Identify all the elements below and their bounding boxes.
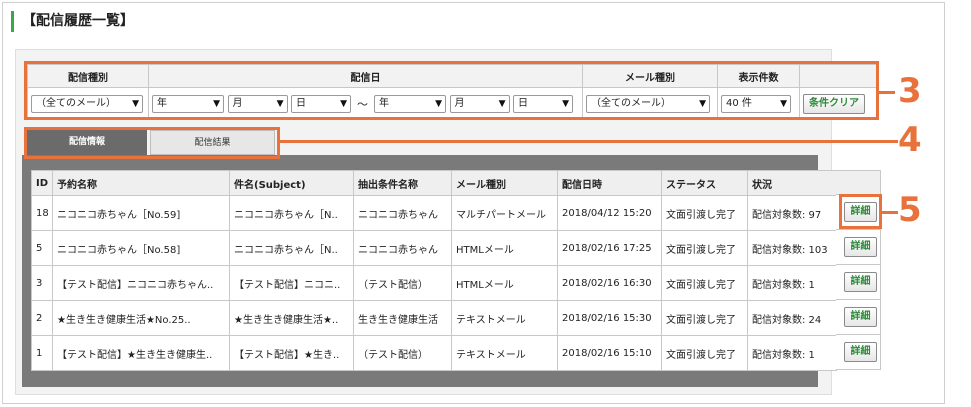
cell-status: 文面引渡し完了 [661,300,748,336]
cell-subject: ニコニコ赤ちゃん［N.. [229,195,354,231]
cell-reservation-name: 【テスト配信】ニコニコ赤ちゃん.. [52,265,230,301]
cell-mail-type: HTMLメール [451,230,558,266]
detail-column-header [836,170,881,195]
highlight-box-detail [839,194,882,229]
cell-delivery-datetime: 2018/02/16 17:25 [557,230,662,266]
table-row: 5 ニコニコ赤ちゃん［No.58] ニコニコ赤ちゃん［N.. ニコニコ赤ちゃん … [31,230,837,266]
cell-status: 文面引渡し完了 [661,230,748,266]
cell-subject: 【テスト配信】ニコニ.. [229,265,354,301]
column-header-reservation-name: 予約名称 [52,170,230,196]
cell-delivery-datetime: 2018/02/16 16:30 [557,265,662,301]
column-header-delivery-datetime: 配信日時 [557,170,662,196]
highlight-connector-5 [882,211,898,214]
cell-subject: 【テスト配信】★生き.. [229,335,354,371]
cell-extraction-condition: （テスト配信） [353,265,452,301]
cell-id: 3 [31,265,53,301]
cell-id: 5 [31,230,53,266]
table-row: 18 ニコニコ赤ちゃん［No.59] ニコニコ赤ちゃん［N.. ニコニコ赤ちゃん… [31,195,837,231]
table-row: 3 【テスト配信】ニコニコ赤ちゃん.. 【テスト配信】ニコニ.. （テスト配信）… [31,265,837,301]
detail-button[interactable]: 詳細 [844,272,877,292]
cell-id: 1 [31,335,53,371]
cell-id: 18 [31,195,53,231]
cell-subject: ニコニコ赤ちゃん［N.. [229,230,354,266]
cell-reservation-name: ニコニコ赤ちゃん［No.59] [52,195,230,231]
cell-reservation-name: 【テスト配信】★生き生き健康生.. [52,335,230,371]
highlight-connector-3 [879,91,895,94]
cell-delivery-datetime: 2018/02/16 15:30 [557,300,662,336]
column-header-subject: 件名(Subject) [229,170,354,196]
cell-mail-type: HTMLメール [451,265,558,301]
detail-button[interactable]: 詳細 [844,237,877,257]
cell-reservation-name: ★生き生き健康生活★No.25.. [52,300,230,336]
detail-button[interactable]: 詳細 [844,342,877,362]
cell-situation: 配信対象数: 24 [747,300,837,336]
cell-delivery-datetime: 2018/04/12 15:20 [557,195,662,231]
cell-extraction-condition: ニコニコ赤ちゃん [353,230,452,266]
annotation-number-4: 4 [898,120,922,160]
annotation-number-3: 3 [898,71,922,111]
column-header-mail-type: メール種別 [451,170,558,196]
cell-extraction-condition: （テスト配信） [353,335,452,371]
cell-situation: 配信対象数: 1 [747,265,837,301]
cell-situation: 配信対象数: 97 [747,195,837,231]
highlight-connector-4 [280,140,898,143]
cell-extraction-condition: 生き生き健康生活 [353,300,452,336]
table-header-row: ID 予約名称 件名(Subject) 抽出条件名称 メール種別 配信日時 ステ… [31,170,837,196]
table-row: 2 ★生き生き健康生活★No.25.. ★生き生き健康生活★.. 生き生き健康生… [31,300,837,336]
annotation-number-5: 5 [898,190,922,230]
table-row: 1 【テスト配信】★生き生き健康生.. 【テスト配信】★生き.. （テスト配信）… [31,335,837,371]
cell-status: 文面引渡し完了 [661,265,748,301]
highlight-box-filter [24,61,879,120]
column-header-id: ID [31,170,53,196]
cell-mail-type: マルチパートメール [451,195,558,231]
column-header-extraction-condition: 抽出条件名称 [353,170,452,196]
cell-subject: ★生き生き健康生活★.. [229,300,354,336]
cell-status: 文面引渡し完了 [661,195,748,231]
column-header-status: ステータス [661,170,748,196]
cell-mail-type: テキストメール [451,335,558,371]
cell-mail-type: テキストメール [451,300,558,336]
cell-delivery-datetime: 2018/02/16 15:10 [557,335,662,371]
cell-reservation-name: ニコニコ赤ちゃん［No.58] [52,230,230,266]
column-header-situation: 状況 [747,170,837,196]
delivery-history-table: ID 予約名称 件名(Subject) 抽出条件名称 メール種別 配信日時 ステ… [31,170,837,371]
cell-extraction-condition: ニコニコ赤ちゃん [353,195,452,231]
highlight-box-tabs [24,127,280,159]
cell-id: 2 [31,300,53,336]
detail-button[interactable]: 詳細 [844,307,877,327]
page-title: 【配信履歴一覧】 [11,11,134,32]
cell-status: 文面引渡し完了 [661,335,748,371]
cell-situation: 配信対象数: 1 [747,335,837,371]
cell-situation: 配信対象数: 103 [747,230,837,266]
